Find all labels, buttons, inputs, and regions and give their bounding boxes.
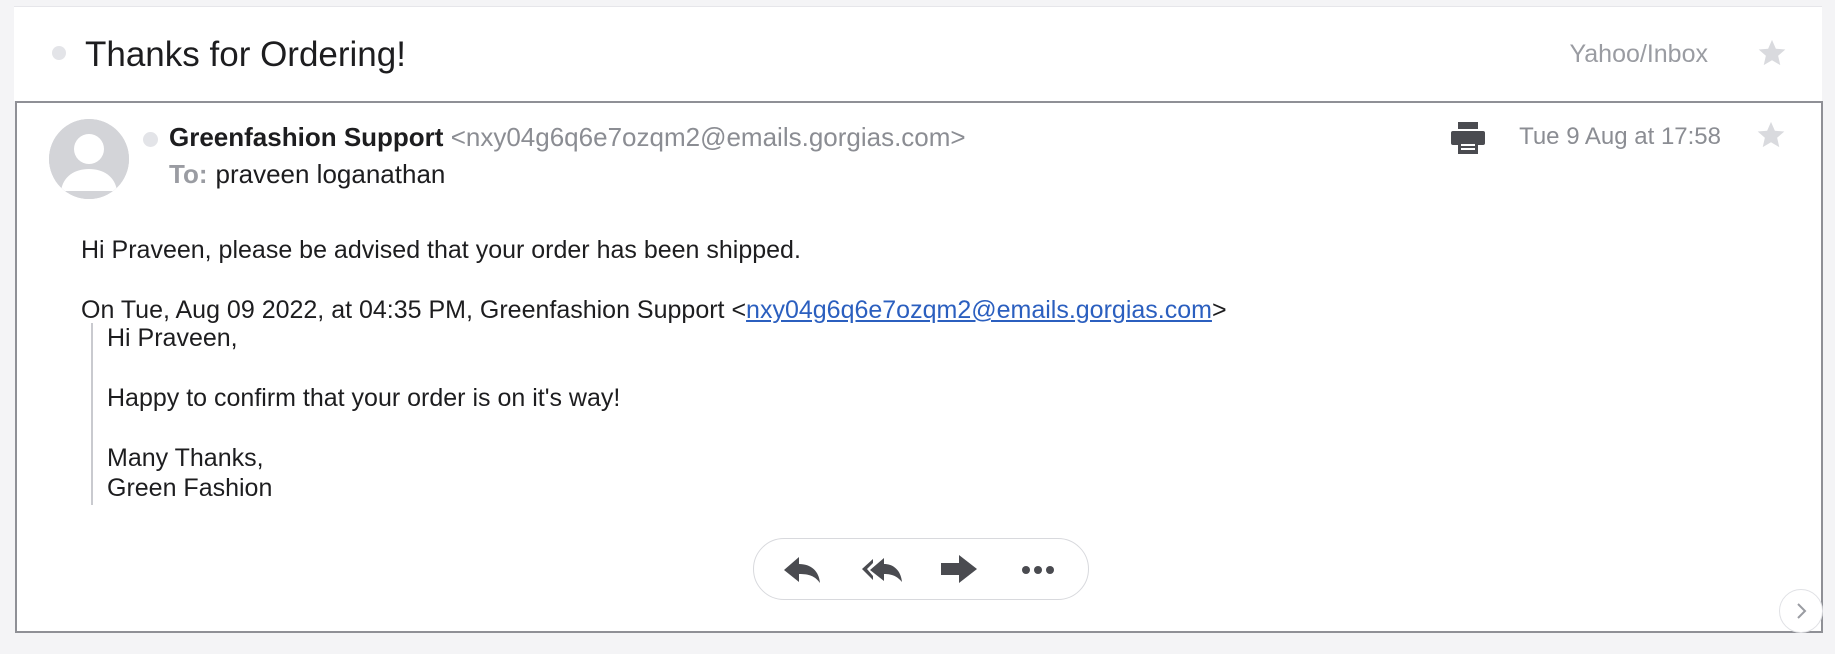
message-unread-dot[interactable] xyxy=(143,132,158,147)
quote-intro: On Tue, Aug 09 2022, at 04:35 PM, Greenf… xyxy=(81,296,1227,325)
forward-icon[interactable] xyxy=(937,549,981,589)
thread-subject: Thanks for Ordering! xyxy=(85,35,406,74)
message-action-bar xyxy=(753,538,1089,600)
avatar xyxy=(49,119,129,199)
message-body-line: Hi Praveen, please be advised that your … xyxy=(81,236,801,264)
printer-icon[interactable] xyxy=(1450,121,1486,155)
message-date: Tue 9 Aug at 17:58 xyxy=(1519,123,1721,150)
recipient-line: To: praveen loganathan xyxy=(169,159,445,190)
quoted-message: Hi Praveen, Happy to confirm that your o… xyxy=(91,323,620,505)
recipient-name[interactable]: praveen loganathan xyxy=(216,159,446,189)
chevron-right-icon xyxy=(1797,603,1807,619)
quote-email-link[interactable]: nxy04g6q6e7ozqm2@emails.gorgias.com xyxy=(746,296,1212,324)
sender-email: <nxy04g6q6e7ozqm2@emails.gorgias.com> xyxy=(450,122,966,152)
thread-header: Thanks for Ordering! Yahoo/Inbox xyxy=(14,6,1822,101)
sender-line: Greenfashion Support <nxy04g6q6e7ozqm2@e… xyxy=(169,122,966,153)
thread-unread-dot[interactable] xyxy=(52,46,66,60)
quote-greeting: Hi Praveen, xyxy=(107,324,238,352)
star-icon[interactable] xyxy=(1756,37,1788,69)
quote-intro-prefix: On Tue, Aug 09 2022, at 04:35 PM, Greenf… xyxy=(81,296,747,324)
quote-intro-suffix: > xyxy=(1211,296,1227,324)
folder-label[interactable]: Yahoo/Inbox xyxy=(1569,40,1708,69)
quote-confirm-line: Happy to confirm that your order is on i… xyxy=(107,384,621,412)
to-label: To: xyxy=(169,159,208,189)
quote-signature: Green Fashion xyxy=(107,474,273,502)
reply-all-icon[interactable] xyxy=(860,549,904,589)
more-icon[interactable] xyxy=(1016,549,1060,589)
star-icon[interactable] xyxy=(1755,119,1787,151)
message-card: Greenfashion Support <nxy04g6q6e7ozqm2@e… xyxy=(15,101,1823,633)
sender-name[interactable]: Greenfashion Support xyxy=(169,122,443,152)
reply-icon[interactable] xyxy=(780,549,824,589)
quote-thanks-line: Many Thanks, xyxy=(107,444,264,472)
avatar-silhouette-icon xyxy=(49,119,129,199)
next-message-button[interactable] xyxy=(1779,589,1823,633)
